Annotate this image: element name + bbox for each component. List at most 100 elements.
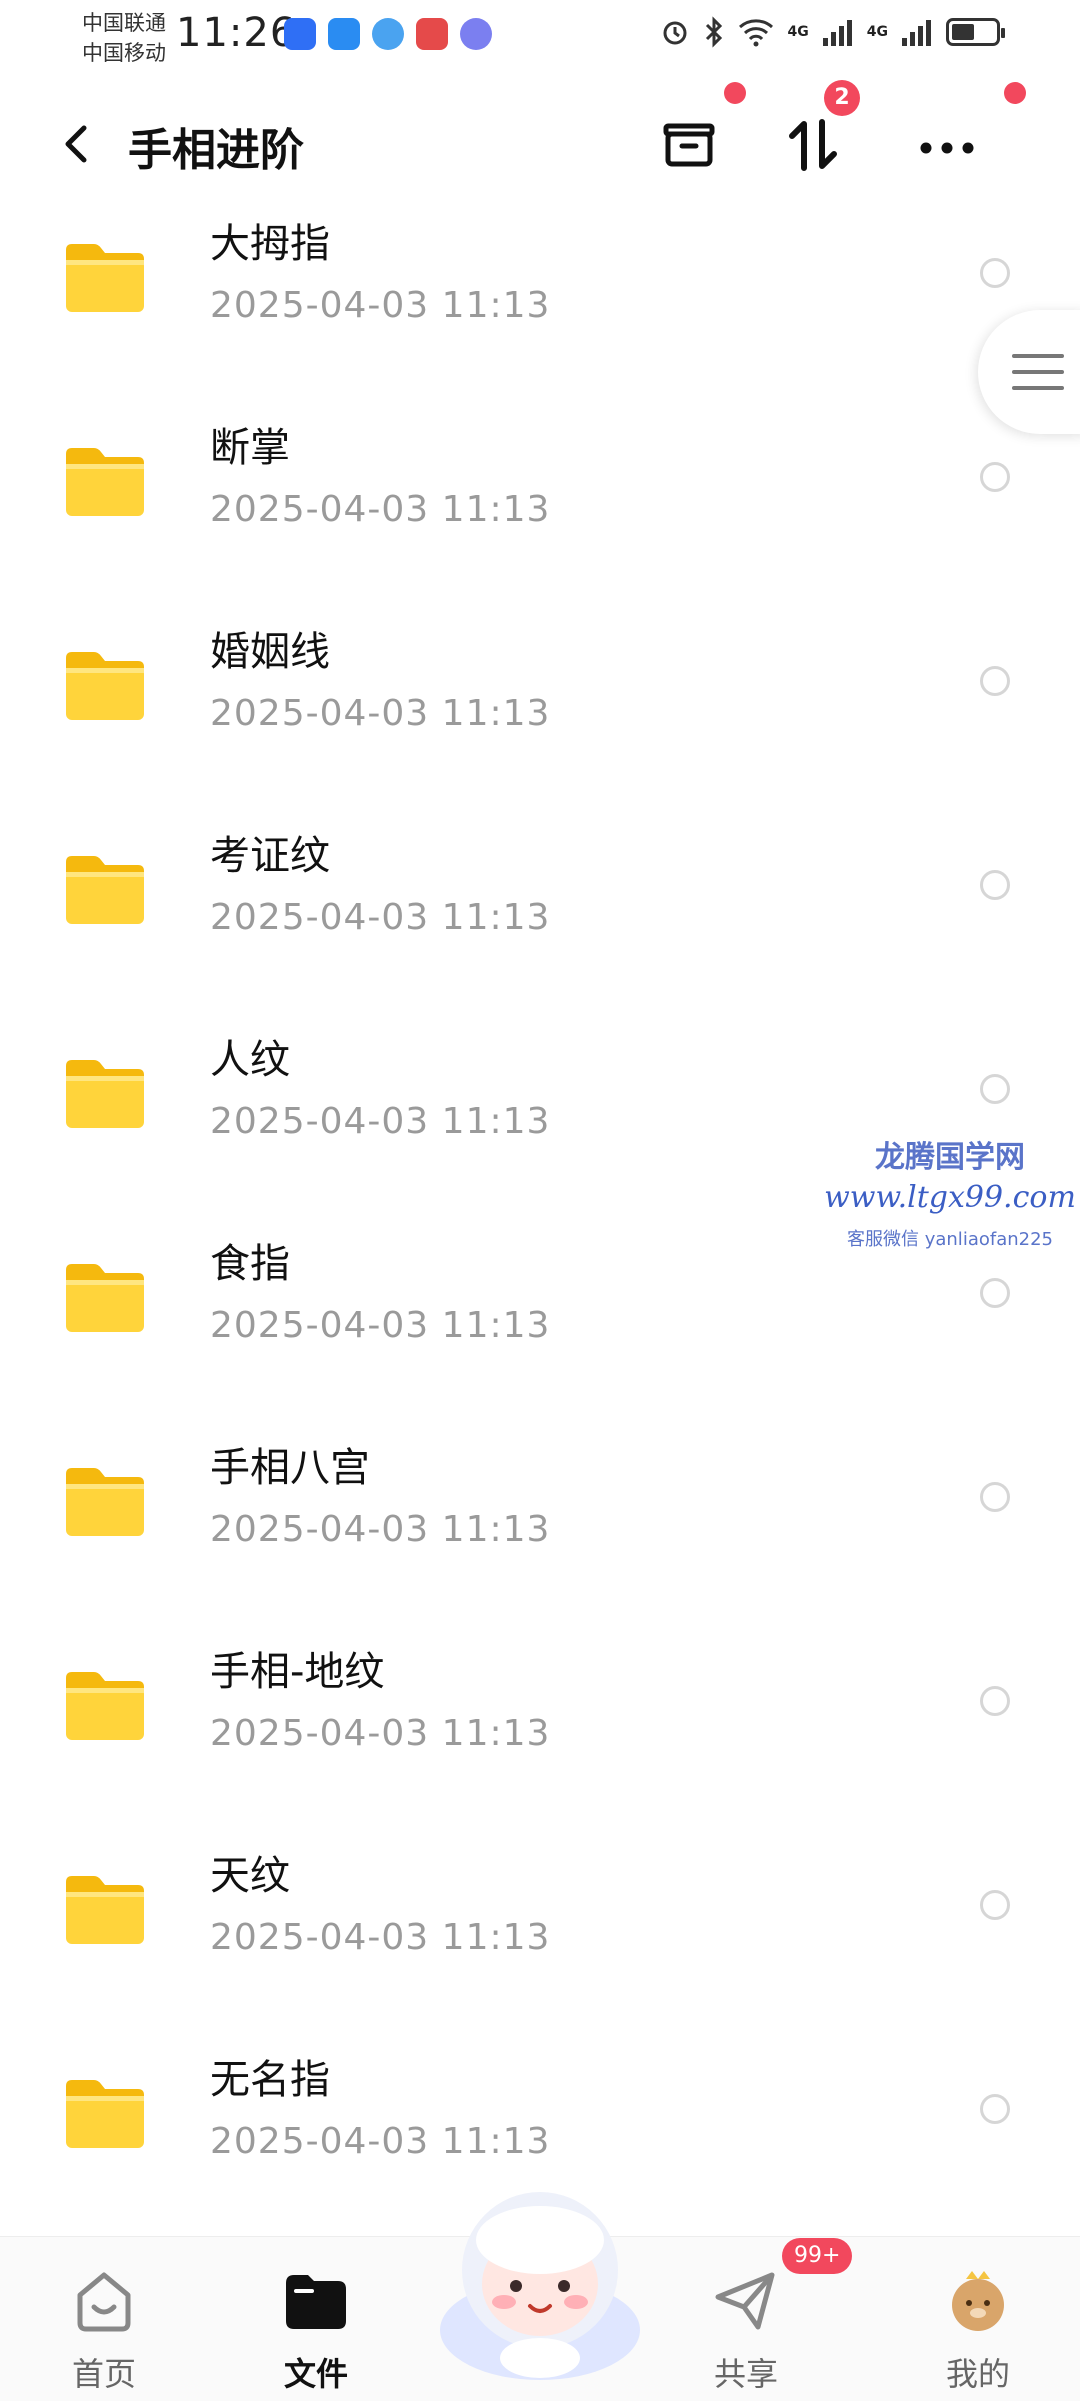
avatar-icon — [952, 2271, 1004, 2331]
folder-icon — [66, 856, 144, 924]
folder-icon — [66, 244, 144, 312]
transfer-button[interactable] — [778, 110, 848, 180]
select-checkbox[interactable] — [980, 462, 1010, 492]
alarm-icon — [663, 21, 687, 45]
signal-2-icon — [902, 20, 931, 46]
status-bar: 中国联通 中国移动 11:26 4G 4G — [0, 0, 1080, 72]
folder-icon — [66, 1876, 144, 1944]
file-date: 2025-04-03 11:13 — [210, 1305, 551, 1346]
back-button[interactable] — [48, 114, 108, 174]
more-notification-dot — [1004, 82, 1026, 104]
archive-button[interactable] — [654, 110, 724, 180]
archive-box-icon — [663, 123, 715, 167]
watermark-url: www.ltgx99.com — [824, 1180, 1076, 1215]
file-name: 婚姻线 — [210, 629, 330, 675]
folder-icon — [66, 1468, 144, 1536]
file-date: 2025-04-03 11:13 — [210, 1509, 551, 1550]
file-row[interactable]: 考证纹 2025-04-03 11:13 — [0, 828, 1080, 1032]
transfer-badge: 2 — [824, 80, 860, 116]
file-date: 2025-04-03 11:13 — [210, 693, 551, 734]
file-row[interactable]: 手相-地纹 2025-04-03 11:13 — [0, 1644, 1080, 1848]
file-name: 考证纹 — [210, 833, 330, 879]
nav-share-label: 共享 — [713, 2355, 778, 2393]
page-title: 手相进阶 — [128, 125, 304, 176]
select-checkbox[interactable] — [980, 1686, 1010, 1716]
file-name: 无名指 — [210, 2057, 330, 2103]
carrier-1: 中国联通 — [82, 11, 166, 35]
mascot-assistant-button[interactable] — [430, 2180, 650, 2380]
signal-1-label: 4G — [787, 24, 809, 40]
file-name: 手相-地纹 — [210, 1649, 385, 1695]
app-notification-icon — [284, 18, 316, 50]
folder-icon — [66, 1264, 144, 1332]
signal-2-label: 4G — [866, 24, 888, 40]
file-row[interactable]: 食指 2025-04-03 11:13 — [0, 1236, 1080, 1440]
file-name: 食指 — [210, 1241, 290, 1287]
nav-share[interactable]: 共享 — [676, 2253, 816, 2393]
nav-files[interactable]: 文件 — [246, 2253, 386, 2393]
file-date: 2025-04-03 11:13 — [210, 897, 551, 938]
watermark-contact: 客服微信 yanliaofan225 — [847, 1229, 1053, 1250]
status-indicators: 4G 4G — [660, 16, 1005, 48]
file-name: 天纹 — [210, 1853, 290, 1899]
folder-icon — [66, 448, 144, 516]
watermark: 龙腾国学网 www.ltgx99.com 客服微信 yanliaofan225 — [820, 1132, 1080, 1251]
home-face-icon — [77, 2272, 131, 2332]
more-button[interactable] — [912, 110, 982, 180]
select-checkbox[interactable] — [980, 258, 1010, 288]
watermark-title: 龙腾国学网 — [875, 1140, 1025, 1175]
bluetooth-icon — [705, 16, 722, 48]
carrier-2: 中国移动 — [82, 41, 166, 65]
file-row[interactable]: 手相八宫 2025-04-03 11:13 — [0, 1440, 1080, 1644]
file-row[interactable]: 断掌 2025-04-03 11:13 — [0, 420, 1080, 624]
file-name: 大拇指 — [210, 221, 330, 267]
paper-plane-icon — [715, 2272, 775, 2330]
file-row[interactable]: 大拇指 2025-04-03 11:13 — [0, 216, 1080, 420]
folder-icon — [66, 2080, 144, 2148]
menu-lines-icon — [1012, 354, 1064, 390]
status-time: 11:26 — [176, 10, 297, 56]
battery-icon — [946, 18, 1005, 46]
select-checkbox[interactable] — [980, 1482, 1010, 1512]
select-checkbox[interactable] — [980, 666, 1010, 696]
files-folder-icon — [286, 2275, 346, 2329]
select-checkbox[interactable] — [980, 1278, 1010, 1308]
nav-files-label: 文件 — [283, 2355, 348, 2393]
browser-app-icon — [372, 18, 404, 50]
file-date: 2025-04-03 11:13 — [210, 285, 551, 326]
file-date: 2025-04-03 11:13 — [210, 1101, 551, 1142]
file-date: 2025-04-03 11:13 — [210, 1917, 551, 1958]
folder-icon — [66, 1672, 144, 1740]
file-row[interactable]: 婚姻线 2025-04-03 11:13 — [0, 624, 1080, 828]
transfer-arrows-icon — [789, 119, 837, 171]
notification-icons — [284, 18, 492, 50]
share-badge: 99+ — [782, 2238, 853, 2274]
app-header: 手相进阶 2 — [0, 80, 1080, 196]
carrier-labels: 中国联通 中国移动 — [82, 8, 166, 68]
more-dots-icon — [920, 142, 974, 154]
select-checkbox[interactable] — [980, 1074, 1010, 1104]
music-app-icon — [460, 18, 492, 50]
select-checkbox[interactable] — [980, 870, 1010, 900]
file-name: 人纹 — [210, 1037, 290, 1083]
file-name: 手相八宫 — [210, 1445, 370, 1491]
nav-mine[interactable]: 我的 — [908, 2253, 1048, 2393]
nav-home-label: 首页 — [71, 2355, 136, 2393]
signal-1-icon — [822, 20, 852, 46]
folder-icon — [66, 652, 144, 720]
archive-notification-dot — [724, 82, 746, 104]
wifi-icon — [738, 19, 773, 47]
weather-app-icon — [328, 18, 360, 50]
file-date: 2025-04-03 11:13 — [210, 2121, 551, 2162]
file-row[interactable]: 天纹 2025-04-03 11:13 — [0, 1848, 1080, 2052]
chevron-left-icon — [65, 125, 87, 163]
select-checkbox[interactable] — [980, 1890, 1010, 1920]
nav-mine-label: 我的 — [945, 2355, 1010, 2393]
reader-app-icon — [416, 18, 448, 50]
nav-home[interactable]: 首页 — [34, 2253, 174, 2393]
folder-icon — [66, 1060, 144, 1128]
file-date: 2025-04-03 11:13 — [210, 1713, 551, 1754]
select-checkbox[interactable] — [980, 2094, 1010, 2124]
file-name: 断掌 — [210, 425, 290, 471]
file-date: 2025-04-03 11:13 — [210, 489, 551, 530]
